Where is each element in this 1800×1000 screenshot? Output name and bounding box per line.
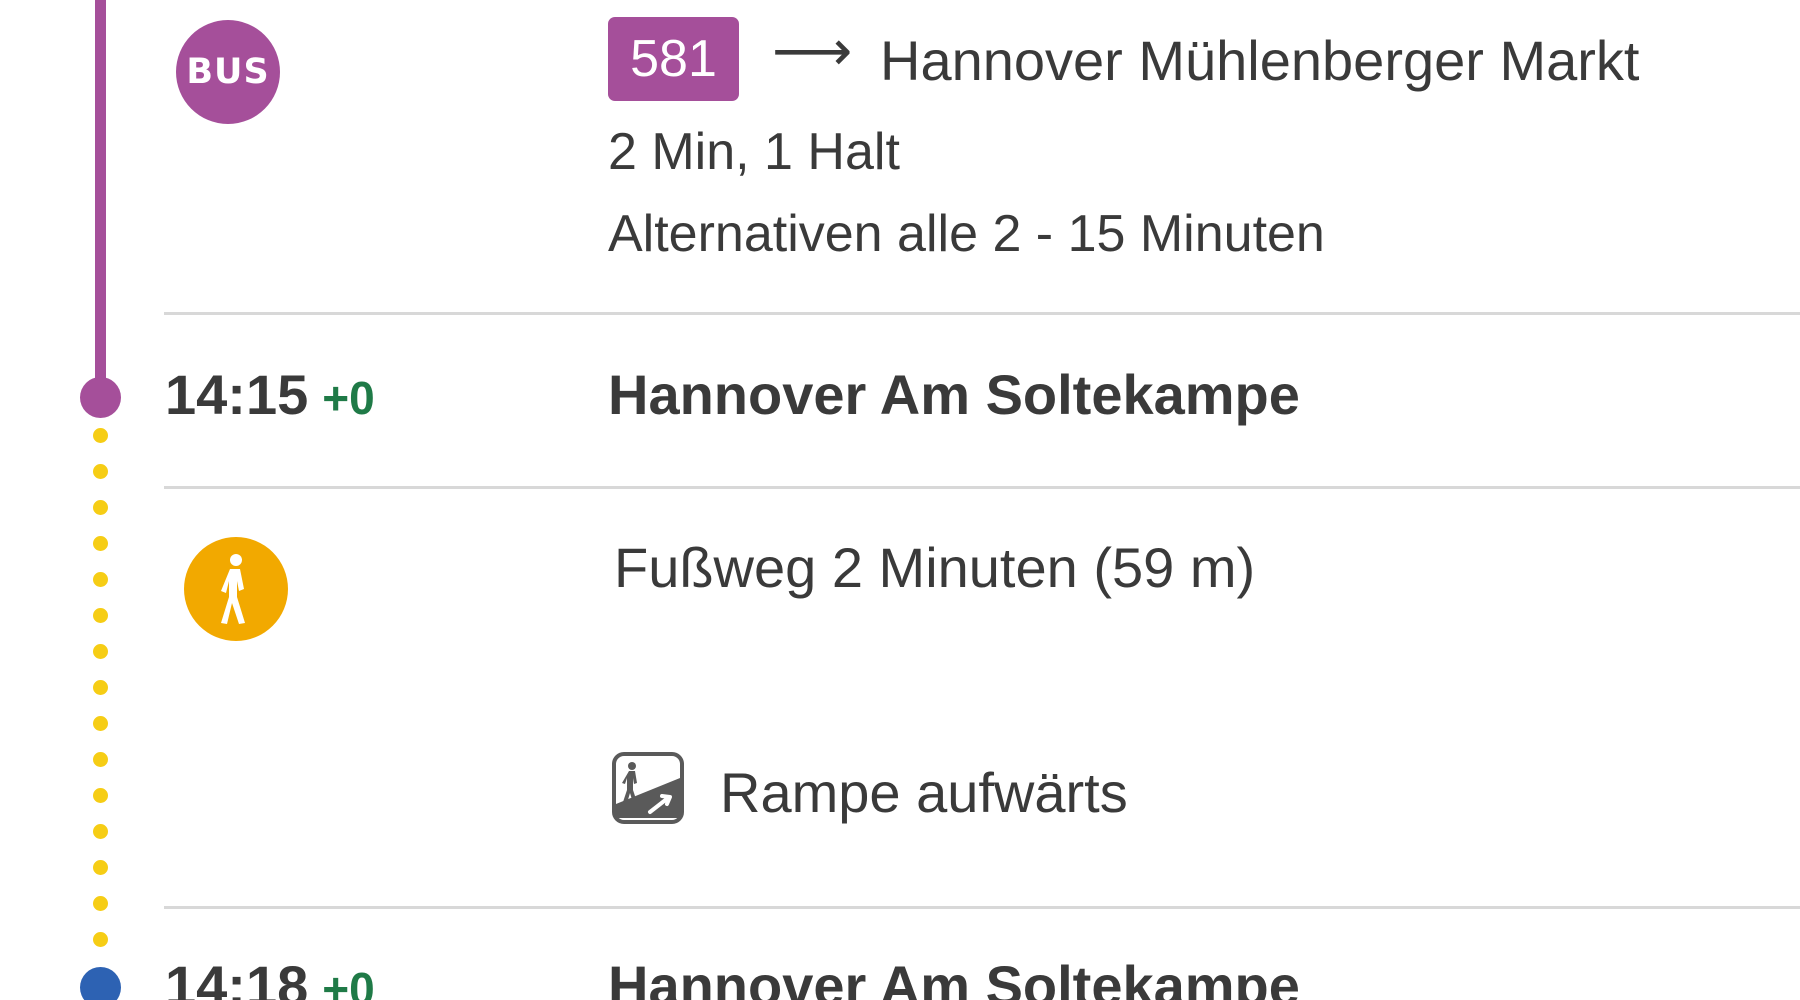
walk-timeline-dot [93, 428, 108, 443]
bus-timeline-line [95, 0, 106, 395]
stop-1-name[interactable]: Hannover Am Soltekampe [608, 367, 1300, 423]
walk-timeline-dot [93, 536, 108, 551]
bus-icon: BUS [176, 20, 280, 124]
walk-timeline-dot [93, 608, 108, 623]
walk-timeline-dot [93, 932, 108, 947]
walk-timeline-dot [93, 500, 108, 515]
bus-destination: Hannover Mühlenberger Markt [880, 29, 1640, 92]
line-number-badge[interactable]: 581 [608, 17, 739, 101]
journey-detail-view: BUS 581 ⟶ Hannover Mühlenberger Markt 2 … [0, 0, 1800, 1000]
divider [164, 312, 1800, 315]
bus-icon-label: BUS [186, 52, 270, 92]
ramp-label: Rampe aufwärts [720, 761, 1128, 824]
walk-timeline-dot [93, 464, 108, 479]
stop-2-node [80, 967, 121, 1000]
direction-arrow-icon: ⟶ [772, 19, 853, 84]
stop-2-name[interactable]: Hannover Am Soltekampe [608, 958, 1300, 1000]
stop-2-time: 14:18 +0 [165, 958, 375, 1000]
stop-1-time: 14:15 +0 [165, 367, 375, 423]
pedestrian-icon [184, 537, 288, 641]
walk-timeline-dot [93, 572, 108, 587]
walk-timeline-dot [93, 896, 108, 911]
walk-timeline-dot [93, 824, 108, 839]
walk-timeline-dot [93, 644, 108, 659]
bus-alternatives: Alternativen alle 2 - 15 Minuten [608, 205, 1325, 263]
divider [164, 486, 1800, 489]
walk-timeline-dot [93, 680, 108, 695]
walk-timeline-dot [93, 788, 108, 803]
ramp-icon [612, 752, 684, 824]
ramp-glyph [612, 752, 684, 824]
walk-description: Fußweg 2 Minuten (59 m) [614, 536, 1256, 599]
walk-timeline-dot [93, 716, 108, 731]
walk-timeline-dot [93, 752, 108, 767]
stop-1-delay: +0 [322, 372, 375, 424]
stop-2-time-value: 14:18 [165, 954, 309, 1000]
stop-1-node [80, 377, 121, 418]
divider [164, 906, 1800, 909]
bus-duration-stops[interactable]: 2 Min, 1 Halt [608, 126, 900, 178]
stop-2-delay: +0 [322, 963, 375, 1000]
pedestrian-glyph [221, 554, 245, 624]
walk-timeline-dot [93, 860, 108, 875]
stop-1-time-value: 14:15 [165, 363, 309, 426]
